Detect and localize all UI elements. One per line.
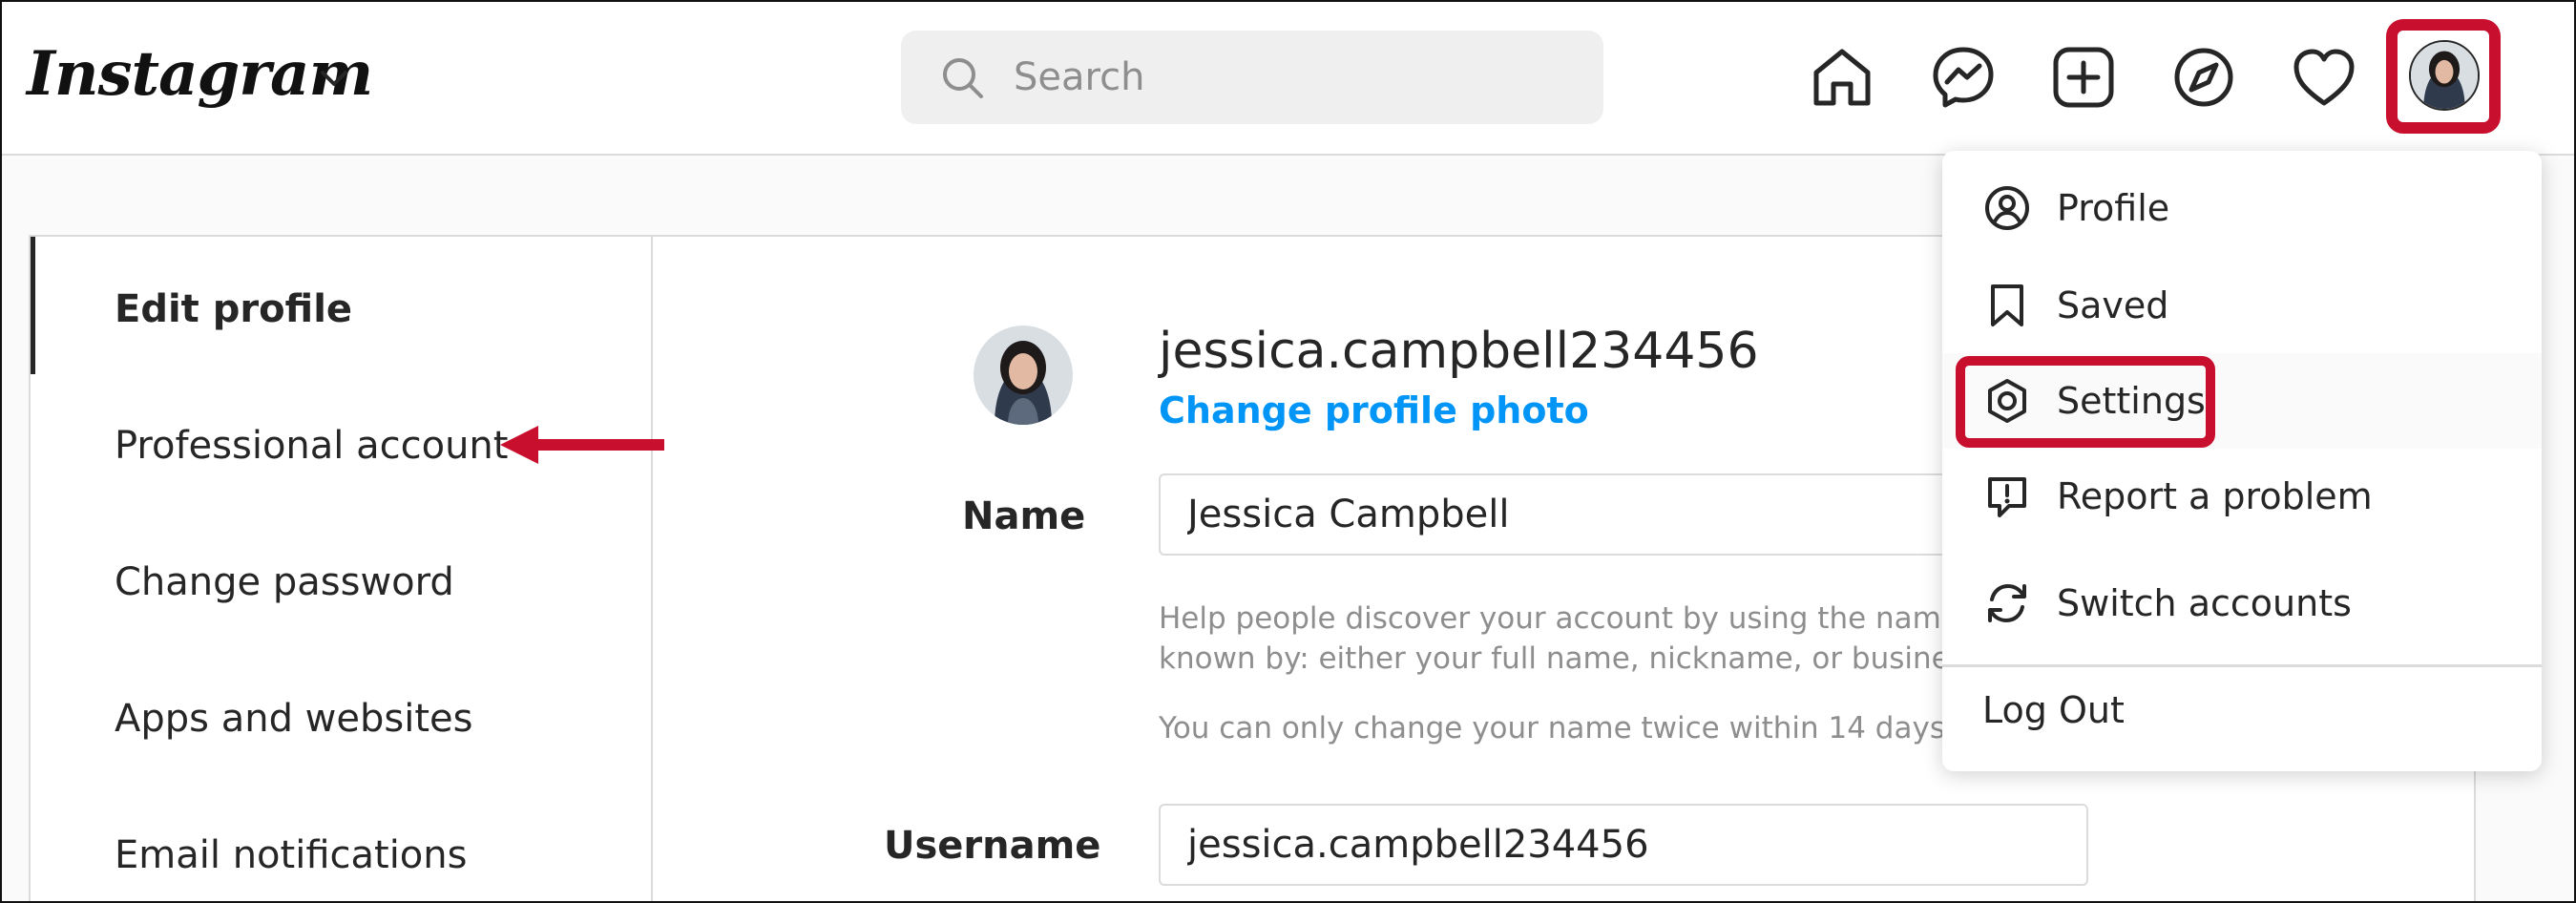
- username-label: Username: [884, 824, 1101, 868]
- profile-dropdown-menu: Profile Saved Settings Report a problem: [1942, 151, 2542, 771]
- home-icon[interactable]: [1809, 44, 1875, 111]
- annotation-arrow-icon: [500, 426, 664, 464]
- chevron-down-icon[interactable]: [315, 59, 353, 97]
- menu-item-switch-accounts[interactable]: Switch accounts: [1942, 557, 2542, 649]
- bookmark-icon: [1991, 284, 2023, 326]
- profile-username: jessica.campbell234456: [1159, 323, 1759, 380]
- switch-accounts-icon: [1988, 583, 2026, 623]
- search-icon: [943, 58, 983, 98]
- sidebar-item-apps-and-websites[interactable]: Apps and websites: [115, 695, 472, 743]
- sidebar-item-change-password[interactable]: Change password: [115, 558, 454, 606]
- top-navigation-bar: Instagram: [2, 2, 2574, 156]
- menu-label-report-problem: Report a problem: [2057, 475, 2373, 517]
- search-bar[interactable]: [901, 31, 1603, 124]
- sidebar-item-professional-account[interactable]: Professional account: [115, 422, 508, 470]
- menu-item-profile[interactable]: Profile: [1942, 162, 2542, 254]
- explore-icon[interactable]: [2170, 44, 2237, 111]
- name-help-line-2: known by: either your full name, nicknam…: [1159, 641, 1943, 676]
- avatar-annotation-highlight: [2386, 19, 2501, 134]
- messenger-icon[interactable]: [1930, 44, 1997, 111]
- menu-label-switch-accounts: Switch accounts: [2057, 582, 2352, 624]
- change-profile-photo-link[interactable]: Change profile photo: [1159, 388, 1589, 433]
- profile-photo[interactable]: [974, 326, 1073, 425]
- settings-annotation-highlight: [1956, 356, 2215, 448]
- log-out-button[interactable]: Log Out: [1982, 685, 2125, 735]
- username-field[interactable]: [1159, 804, 2088, 886]
- sidebar-item-email-notifications[interactable]: Email notifications: [115, 831, 467, 879]
- menu-item-saved[interactable]: Saved: [1942, 260, 2542, 351]
- name-label: Name: [962, 494, 1086, 538]
- settings-sidebar: Edit profile Professional account Change…: [31, 237, 653, 901]
- profile-photo-image: [974, 326, 1073, 425]
- profile-circle-icon: [1985, 186, 2029, 230]
- report-icon: [1988, 477, 2026, 517]
- name-help-line-1: Help people discover your account by usi…: [1159, 601, 1943, 636]
- menu-label-saved: Saved: [2057, 284, 2169, 326]
- activity-heart-icon[interactable]: [2291, 44, 2357, 111]
- active-tab-indicator: [31, 237, 35, 374]
- name-change-limit-note: You can only change your name twice with…: [1159, 711, 1955, 746]
- new-post-icon[interactable]: [2050, 44, 2117, 111]
- menu-item-report-problem[interactable]: Report a problem: [1942, 451, 2542, 542]
- menu-divider: [1942, 664, 2542, 667]
- menu-label-profile: Profile: [2057, 187, 2170, 229]
- search-input[interactable]: [1014, 31, 1577, 124]
- app-window: Edit profile Professional account Change…: [0, 0, 2576, 903]
- sidebar-item-edit-profile[interactable]: Edit profile: [115, 285, 352, 333]
